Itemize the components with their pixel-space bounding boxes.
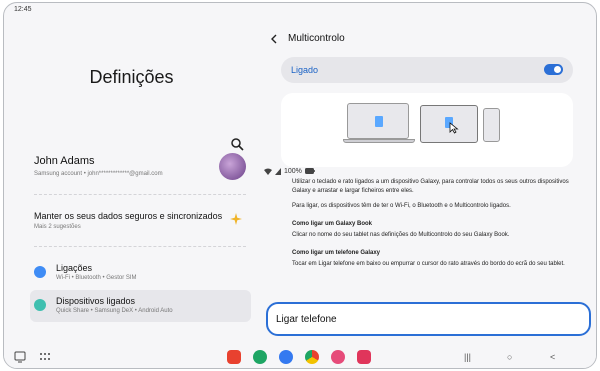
status-time: 12:45 [14,6,32,13]
description-text: Utilizar o teclado e rato ligados a um d… [292,179,569,194]
sidebar-item-label: Ligações [56,263,93,273]
search-icon[interactable] [230,137,244,151]
app-icon[interactable] [227,350,241,364]
settings-panel: Definições John Adams Samsung account • … [4,17,259,347]
connect-phone-label: Ligar telefone [276,314,337,325]
phone-heading: Como ligar um telefone Galaxy [292,250,381,256]
galaxy-book-heading: Como ligar um Galaxy Book [292,221,373,227]
account-email: Samsung account • john*************@gmai… [34,171,163,177]
sidebar-item-connections[interactable]: Ligações Wi-Fi • Bluetooth • Gestor SIM [30,257,251,289]
sparkle-icon [230,213,242,225]
avatar[interactable] [219,153,246,180]
detail-header: Multicontrolo [270,33,345,44]
sidebar-item-connected-devices[interactable]: Dispositivos ligados Quick Share • Samsu… [30,290,251,322]
recent-apps-button[interactable]: ||| [464,352,471,362]
sidebar-item-label: Dispositivos ligados [56,296,136,306]
phone-icon [483,108,500,142]
account-name: John Adams [34,155,95,167]
home-button[interactable]: ○ [507,352,512,362]
chrome-app-icon[interactable] [305,350,319,364]
devices-icon [34,299,46,311]
back-arrow-icon[interactable] [270,34,278,44]
page-title: Definições [89,67,174,87]
phone-text: Tocar em Ligar telefone em baixo ou empu… [292,261,565,267]
sidebar-item-subtitle: Wi-Fi • Bluetooth • Gestor SIM [56,275,137,281]
detail-panel: Multicontrolo Ligado Utilizar o teclado … [264,17,594,347]
status-bar: 12:45 100% [4,3,596,175]
cursor-icon [449,122,459,134]
multicontrol-switch[interactable] [544,64,563,75]
back-button[interactable]: < [550,352,555,362]
suggestion-row[interactable]: Manter os seus dados seguros e sincroniz… [34,211,222,230]
gallery-app-icon[interactable] [331,350,345,364]
apps-grid-icon[interactable] [39,351,51,363]
detail-title: Multicontrolo [288,33,345,44]
multicontrol-toggle-row[interactable]: Ligado [281,57,573,83]
suggestion-title: Manter os seus dados seguros e sincroniz… [34,211,223,221]
laptop-icon [347,103,409,139]
account-row[interactable]: John Adams Samsung account • john*******… [34,155,163,177]
description-text: Para ligar, os dispositivos têm de ter o… [292,203,511,209]
toggle-label: Ligado [291,65,319,75]
suggestion-subtitle: Mais 2 sugestões [34,224,81,230]
tablet-screen: 12:45 100% Definições John Adams Samsung… [3,2,597,369]
galaxy-book-text: Clicar no nome do seu tablet nas definiç… [292,232,510,238]
wifi-icon [34,266,46,278]
devices-illustration [281,93,573,167]
messages-app-icon[interactable] [279,350,293,364]
navigation-bar: ||| ○ < [4,346,596,368]
sidebar-item-subtitle: Quick Share • Samsung DeX • Android Auto [56,308,173,314]
phone-app-icon[interactable] [253,350,267,364]
connect-phone-button[interactable]: Ligar telefone [266,302,591,336]
camera-app-icon[interactable] [357,350,371,364]
divider [34,194,246,195]
divider [34,246,246,247]
screen-share-icon[interactable] [14,351,26,363]
